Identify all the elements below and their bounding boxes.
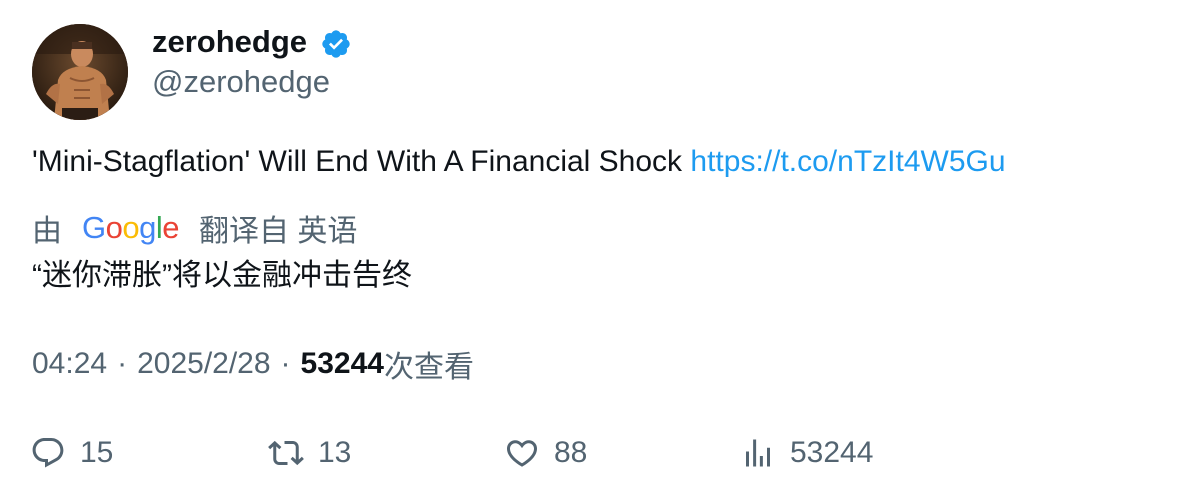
verified-badge-icon: [322, 30, 350, 58]
tweet-meta: 04:24 · 2025/2/28 · 53244 次查看: [32, 344, 474, 384]
reply-button[interactable]: 15: [30, 431, 113, 475]
retweet-count: 13: [318, 436, 352, 469]
tweet-text: 'Mini-Stagflation' Will End With A Finan…: [32, 142, 1006, 182]
display-name[interactable]: zerohedge: [152, 22, 307, 62]
bar-chart-icon: [746, 439, 770, 467]
views-button[interactable]: 53244: [740, 431, 873, 475]
translation-by-label: 由: [32, 215, 62, 248]
retweet-icon: [268, 440, 304, 466]
meta-separator: ·: [117, 347, 128, 380]
google-logo: Google: [82, 210, 180, 245]
avatar-image: [32, 24, 128, 120]
views-label: 次查看: [383, 351, 474, 384]
user-handle[interactable]: @zerohedge: [152, 62, 330, 102]
tweet-link[interactable]: https://t.co/nTzIt4W5Gu: [690, 145, 1005, 178]
avatar[interactable]: [32, 24, 128, 120]
views-action-count: 53244: [790, 436, 874, 469]
reply-icon: [32, 438, 64, 468]
tweet-time[interactable]: 04:24: [32, 347, 107, 381]
retweet-button[interactable]: 13: [268, 431, 351, 475]
like-button[interactable]: 88: [504, 431, 587, 475]
translation-from-label: 翻译自 英语: [199, 215, 358, 248]
heart-icon: [506, 440, 538, 467]
tweet-body: 'Mini-Stagflation' Will End With A Finan…: [32, 145, 683, 178]
meta-separator: ·: [280, 347, 291, 380]
views-count: 53244: [300, 347, 384, 380]
like-count: 88: [554, 436, 588, 469]
translation-attribution[interactable]: 由 Google 翻译自 英语: [32, 208, 357, 248]
tweet-date[interactable]: 2025/2/28: [137, 347, 270, 381]
reply-count: 15: [80, 436, 114, 469]
translated-tweet-text: “迷你滞胀”将以金融冲击告终: [32, 259, 412, 292]
